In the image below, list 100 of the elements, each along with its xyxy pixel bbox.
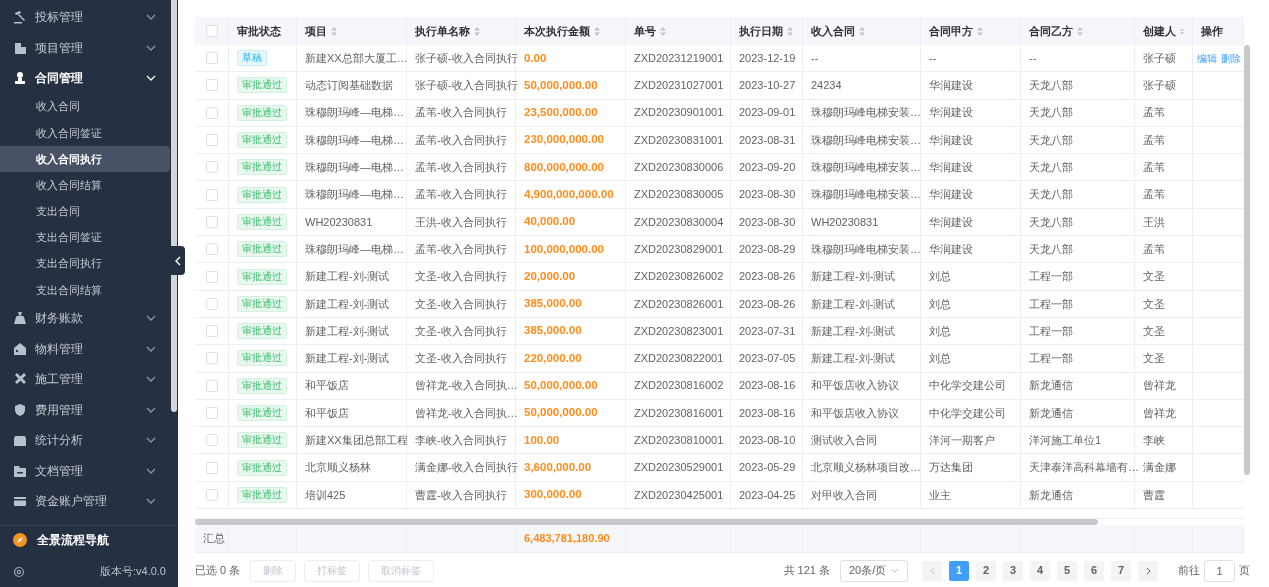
- sidebar-menu-item[interactable]: 资金账户管理: [0, 486, 170, 517]
- sidebar-menu-item[interactable]: 合同管理: [0, 63, 170, 94]
- page-button[interactable]: 7: [1111, 560, 1131, 581]
- page-button[interactable]: 5: [1057, 560, 1077, 581]
- page-button[interactable]: 3: [1003, 560, 1023, 581]
- row-checkbox[interactable]: [205, 270, 218, 283]
- amount-cell-text: 20,000.00: [524, 268, 576, 284]
- horizontal-scrollbar[interactable]: [195, 519, 1098, 526]
- table-cell-text: 新建XX集团总部工程: [305, 433, 408, 449]
- table-cell-text: ZXD20230816001: [634, 405, 724, 421]
- row-checkbox[interactable]: [205, 488, 218, 501]
- table-cell-text: 孟苇-收入合同执行: [415, 241, 507, 257]
- table-cell-text: 2023-04-25: [739, 487, 796, 503]
- chevron-down-icon: [891, 568, 899, 573]
- table-cell-text: ZXD20230901001: [634, 105, 724, 121]
- table-cell-text: ZXD20230829001: [634, 241, 724, 257]
- sidebar-submenu-item[interactable]: 收入合同执行: [0, 145, 170, 173]
- sidebar-submenu-item[interactable]: 收入合同签证: [0, 119, 170, 146]
- sort-icon[interactable]: [331, 26, 337, 36]
- sidebar-menu-item[interactable]: 项目管理: [0, 32, 170, 63]
- amount-cell-text: 4,900,000,000.00: [524, 187, 614, 202]
- table-cell-text: 新建工程-刘-测试: [811, 296, 896, 312]
- row-checkbox[interactable]: [205, 352, 218, 365]
- table-cell-text: 文圣-收入合同执行: [415, 323, 507, 339]
- row-checkbox[interactable]: [205, 161, 218, 174]
- previous-page-button[interactable]: [922, 560, 942, 581]
- sort-icon[interactable]: [660, 26, 666, 36]
- flow-navigation-link[interactable]: 全景流程导航: [37, 530, 109, 549]
- column-header[interactable]: 项目: [305, 22, 327, 40]
- column-header[interactable]: 收入合同: [811, 22, 855, 40]
- row-checkbox[interactable]: [205, 106, 218, 119]
- column-header[interactable]: 创建人: [1143, 22, 1176, 40]
- vertical-scrollbar[interactable]: [1244, 45, 1250, 475]
- page-button[interactable]: 4: [1030, 560, 1050, 581]
- sidebar-menu-item[interactable]: 施工管理: [0, 364, 170, 395]
- sidebar-menu-item[interactable]: 费用管理: [0, 394, 170, 425]
- row-checkbox[interactable]: [205, 379, 218, 392]
- sidebar-menu-item[interactable]: 统计分析: [0, 425, 170, 456]
- table-cell-text: 2023-05-29: [739, 460, 796, 476]
- sort-icon[interactable]: [1077, 26, 1083, 36]
- row-checkbox[interactable]: [205, 325, 218, 338]
- table-cell-text: ZXD20230826001: [634, 296, 724, 312]
- table-cell-text: 新建工程-刘-测试: [811, 269, 896, 285]
- sidebar-submenu-item[interactable]: 支出合同结算: [0, 276, 170, 303]
- page-size-select[interactable]: 20条/页: [840, 559, 908, 582]
- row-checkbox[interactable]: [205, 215, 218, 228]
- column-header[interactable]: 合同乙方: [1029, 22, 1073, 40]
- row-checkbox[interactable]: [205, 134, 218, 147]
- row-checkbox[interactable]: [205, 297, 218, 310]
- row-checkbox[interactable]: [205, 407, 218, 419]
- table-cell-text: 新建工程-刘-测试: [305, 269, 390, 285]
- sidebar-menu-item[interactable]: 财务账款: [0, 303, 170, 334]
- amount-cell-text: 220,000.00: [524, 350, 582, 366]
- total-count: 共 121 条: [783, 563, 830, 579]
- row-checkbox[interactable]: [205, 243, 218, 256]
- column-header[interactable]: 单号: [634, 22, 656, 40]
- sort-icon[interactable]: [474, 26, 480, 36]
- column-header[interactable]: 本次执行金额: [524, 22, 590, 40]
- sidebar-menu-item[interactable]: 投标管理: [0, 2, 170, 33]
- table-cell-text: 满金娜: [1143, 460, 1176, 476]
- sort-icon[interactable]: [1180, 26, 1184, 36]
- next-page-button[interactable]: [1138, 560, 1158, 581]
- status-tag: 审批通过: [237, 159, 287, 176]
- amount-cell-text: 100.00: [524, 432, 560, 448]
- sidebar-submenu-item[interactable]: 收入合同结算: [0, 172, 170, 199]
- sort-icon[interactable]: [787, 26, 793, 36]
- sidebar-submenu-item[interactable]: 支出合同: [0, 198, 170, 225]
- sidebar-submenu-item[interactable]: 支出合同执行: [0, 250, 170, 277]
- sidebar-scrollbar[interactable]: [171, 0, 177, 412]
- row-checkbox[interactable]: [205, 52, 218, 65]
- page-input[interactable]: 1: [1204, 559, 1235, 582]
- collapse-button[interactable]: [170, 246, 185, 275]
- table-cell-text: --: [811, 50, 819, 66]
- sidebar-menu-item[interactable]: 文档管理: [0, 455, 170, 486]
- row-checkbox[interactable]: [205, 461, 218, 474]
- shield-icon: [13, 402, 27, 417]
- column-header[interactable]: 执行日期: [739, 22, 783, 40]
- sidebar-submenu-item[interactable]: 收入合同: [0, 93, 170, 120]
- table-cell-text: 华润建设: [929, 160, 973, 176]
- table-cell-text: 和平饭店: [305, 405, 349, 421]
- settings-icon[interactable]: [13, 565, 25, 578]
- sort-icon[interactable]: [859, 26, 865, 36]
- row-checkbox[interactable]: [205, 188, 218, 201]
- sort-icon[interactable]: [594, 26, 600, 36]
- sidebar-submenu-item[interactable]: 支出合同签证: [0, 224, 170, 251]
- select-all-checkbox[interactable]: [205, 25, 218, 37]
- page-button[interactable]: 2: [976, 560, 996, 581]
- table-cell-text: ZXD20230826002: [634, 269, 724, 285]
- column-header[interactable]: 合同甲方: [929, 22, 973, 40]
- row-checkbox[interactable]: [205, 79, 218, 92]
- table-cell-text: 2023-07-31: [739, 323, 796, 339]
- table-cell-text: 2023-08-10: [739, 433, 796, 449]
- column-header[interactable]: 执行单名称: [415, 22, 470, 40]
- sidebar-menu-item[interactable]: 物料管理: [0, 333, 170, 364]
- table-cell-text: 动态订阅基础数据: [305, 78, 393, 94]
- sort-icon[interactable]: [977, 26, 983, 36]
- page-button[interactable]: 6: [1084, 560, 1104, 581]
- table-cell-text: 文圣: [1143, 351, 1165, 367]
- status-tag: 审批通过: [237, 350, 287, 367]
- row-checkbox[interactable]: [205, 434, 218, 447]
